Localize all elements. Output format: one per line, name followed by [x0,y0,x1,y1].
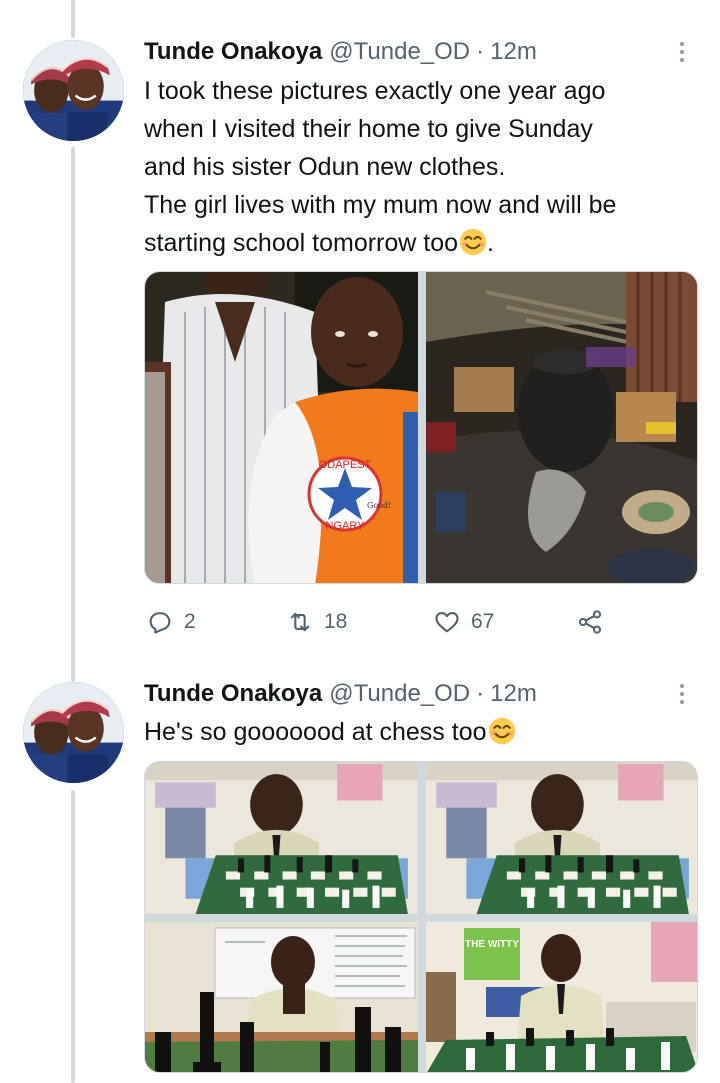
smiling-face-emoji [488,717,516,745]
author-handle[interactable]: @Tunde_OD [329,680,470,708]
tweet-header: Tunde Onakoya @Tunde_OD · 12m [144,680,537,708]
tweet-text-line: when I visited their home to give Sunday [144,115,593,143]
share-icon [578,610,602,634]
smiling-face-emoji [459,228,487,256]
media-grid: ODAPEST NGARY Good! [144,271,698,584]
tweet-text: He's so gooooood at chess too [144,713,704,751]
retweet-button[interactable]: 18 [286,606,347,638]
photo-chess-1[interactable] [145,762,418,914]
tweet-text-line-last: starting school tomorrow too. [144,224,704,262]
more-icon[interactable] [672,682,692,706]
tweet-text-line: and his sister Odun new clothes. [144,153,506,181]
share-button[interactable] [576,606,604,638]
photo-home-interior[interactable] [426,272,697,583]
timestamp[interactable]: 12m [490,680,537,708]
board-text: THE WITTY [465,939,519,950]
tweet-header: Tunde Onakoya @Tunde_OD · 12m [144,38,537,66]
tshirt-text: NGARY [326,520,366,532]
avatar[interactable] [23,682,124,783]
separator-dot: · [476,680,485,707]
reply-icon [149,612,171,634]
tshirt-text: Good! [367,501,391,510]
photo-chess-3[interactable] [145,922,418,1072]
photo-chess-4[interactable]: THE WITTY [426,922,697,1072]
tweet-text: I took these pictures exactly one year a… [144,72,704,262]
tweet-actions: 2 18 67 [146,606,616,638]
tweet[interactable]: Tunde Onakoya @Tunde_OD · 12m I took the… [0,0,720,660]
author-name[interactable]: Tunde Onakoya [144,680,322,708]
timestamp[interactable]: 12m [490,38,537,66]
tweet-text-segment: . [487,229,494,257]
tshirt-text: ODAPEST [319,459,372,471]
tweet[interactable]: Tunde Onakoya @Tunde_OD · 12m He's so go… [0,660,720,1083]
author-name[interactable]: Tunde Onakoya [144,38,322,66]
tweet-text-line: The girl lives with my mum now and will … [144,191,617,219]
avatar[interactable] [23,40,124,141]
photo-boy-with-sister[interactable]: ODAPEST NGARY Good! [145,272,418,583]
tweet-text-segment: starting school tomorrow too [144,229,459,257]
reply-button[interactable]: 2 [146,606,196,638]
reply-count: 2 [184,610,196,633]
retweet-count: 18 [324,610,348,633]
retweet-icon [290,612,310,632]
more-icon[interactable] [672,40,692,64]
separator-dot: · [476,38,485,65]
like-button[interactable]: 67 [433,606,494,638]
tweet-text-line: I took these pictures exactly one year a… [144,77,606,105]
author-handle[interactable]: @Tunde_OD [329,38,470,66]
media-grid: THE WITTY [144,761,698,1073]
like-icon [435,611,459,633]
tweet-text-line: He's so gooooood at chess too [144,713,704,751]
photo-chess-2[interactable] [426,762,698,914]
like-count: 67 [471,610,495,633]
tweet-text-segment: He's so gooooood at chess too [144,718,487,746]
